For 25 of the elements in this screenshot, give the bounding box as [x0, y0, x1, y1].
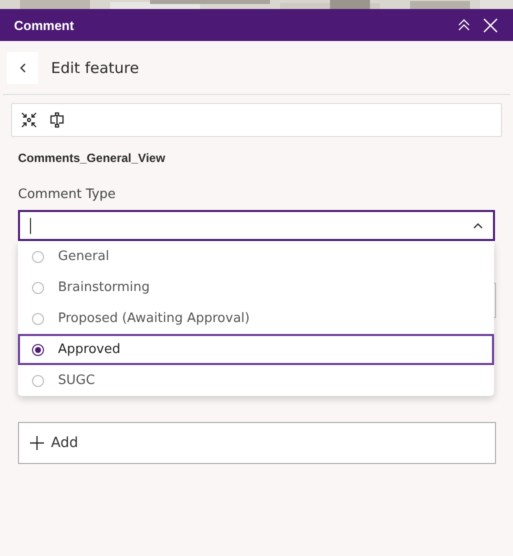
combo-box[interactable] [18, 210, 495, 241]
select-button[interactable] [48, 111, 66, 129]
plus-icon [29, 435, 45, 451]
radio-button[interactable] [32, 374, 44, 386]
field-label: Comment Type [18, 187, 117, 202]
dropdown-option[interactable]: Approved [18, 334, 494, 365]
close-icon [482, 18, 498, 32]
zoom-to-button[interactable] [20, 111, 38, 129]
close-button[interactable] [481, 16, 499, 34]
radio-button[interactable] [32, 344, 44, 356]
dropdown-option[interactable]: General [18, 241, 494, 272]
dropdown-option[interactable]: Brainstorming [18, 272, 494, 303]
double-chevron-up-icon [457, 18, 471, 32]
add-button[interactable]: Add [18, 422, 496, 464]
arrows-inward-icon [20, 111, 38, 129]
page-title: Edit feature [51, 58, 139, 76]
panel-title: Comment [14, 18, 75, 32]
layer-name: Comments_General_View [18, 151, 166, 165]
resize-box-icon [48, 111, 66, 129]
radio-button[interactable] [32, 312, 44, 324]
dropdown-option[interactable]: SUGC [18, 365, 494, 396]
dropdown-option[interactable]: Proposed (Awaiting Approval) [18, 303, 494, 334]
radio-button[interactable] [32, 282, 44, 294]
chevron-left-icon [18, 62, 26, 72]
radio-button[interactable] [32, 250, 44, 262]
